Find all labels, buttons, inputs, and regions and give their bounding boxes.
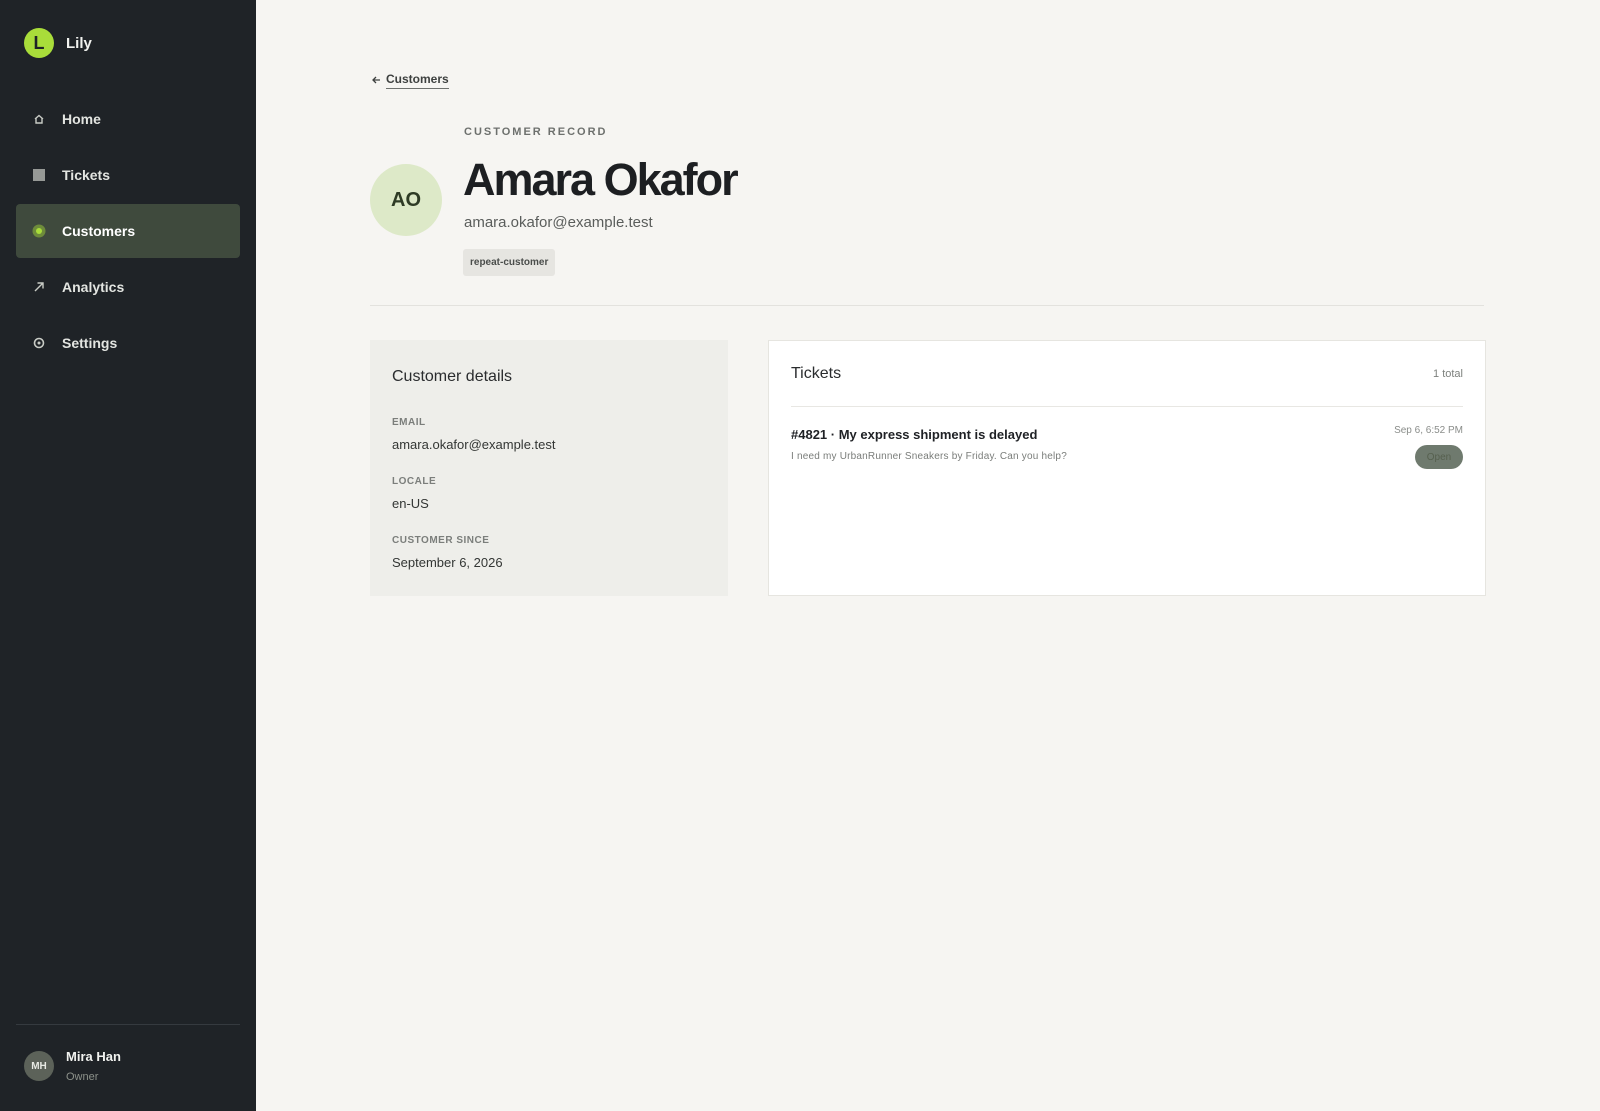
page-eyebrow: CUSTOMER RECORD bbox=[464, 126, 608, 138]
avatar: MH bbox=[24, 1051, 54, 1081]
sidebar-nav: Home Tickets Customers Analytics Setting… bbox=[16, 92, 240, 372]
gear-icon bbox=[32, 336, 46, 350]
card-title: Tickets bbox=[791, 364, 842, 382]
status-badge: Open bbox=[1415, 445, 1463, 469]
tickets-count: 1 total bbox=[1433, 367, 1463, 380]
sidebar-item-label: Tickets bbox=[62, 167, 110, 183]
sidebar-item-label: Analytics bbox=[62, 279, 125, 295]
sidebar-item-label: Home bbox=[62, 111, 101, 127]
main-content: Customers AO CUSTOMER RECORD Amara Okafo… bbox=[256, 0, 1600, 1111]
ticket-date: Sep 6, 6:52 PM bbox=[1394, 425, 1463, 436]
brand-logo: L bbox=[24, 28, 54, 58]
tickets-card: Tickets 1 total #4821 · My express shipm… bbox=[768, 340, 1486, 596]
sidebar: L Lily Home Tickets Customers Analytics … bbox=[0, 0, 256, 1111]
customer-details-card: Customer details EMAIL amara.okafor@exam… bbox=[370, 340, 728, 596]
locale-value: en-US bbox=[392, 496, 429, 511]
user-role: Owner bbox=[66, 1071, 99, 1083]
sidebar-item-tickets[interactable]: Tickets bbox=[16, 148, 240, 202]
header-divider bbox=[370, 305, 1484, 306]
user-menu[interactable]: MH Mira Han Owner bbox=[24, 1049, 121, 1083]
sidebar-divider bbox=[16, 1024, 240, 1025]
ticket-icon bbox=[32, 168, 46, 182]
customer-avatar: AO bbox=[370, 164, 442, 236]
customers-icon bbox=[32, 224, 46, 238]
sidebar-item-settings[interactable]: Settings bbox=[16, 316, 240, 370]
customer-email: amara.okafor@example.test bbox=[464, 214, 653, 231]
customer-tag: repeat-customer bbox=[463, 249, 556, 276]
sidebar-item-label: Customers bbox=[62, 223, 136, 239]
brand-name: Lily bbox=[66, 34, 92, 52]
user-name: Mira Han bbox=[66, 1049, 121, 1064]
page-title: Amara Okafor bbox=[463, 154, 739, 205]
customer-since-value: September 6, 2026 bbox=[392, 555, 503, 570]
locale-label: LOCALE bbox=[392, 476, 437, 487]
ticket-title: #4821 · My express shipment is delayed bbox=[791, 427, 1038, 442]
sidebar-item-label: Settings bbox=[62, 335, 118, 351]
breadcrumb-label: Customers bbox=[386, 72, 449, 89]
sidebar-item-customers[interactable]: Customers bbox=[16, 204, 240, 258]
ticket-row[interactable]: #4821 · My express shipment is delayed I… bbox=[791, 407, 1463, 479]
email-value: amara.okafor@example.test bbox=[392, 437, 556, 452]
ticket-snippet: I need my UrbanRunner Sneakers by Friday… bbox=[791, 451, 1067, 462]
sidebar-item-home[interactable]: Home bbox=[16, 92, 240, 146]
customer-since-label: CUSTOMER SINCE bbox=[392, 535, 490, 546]
sidebar-item-analytics[interactable]: Analytics bbox=[16, 260, 240, 314]
arrow-left-icon bbox=[371, 74, 381, 88]
card-title: Customer details bbox=[392, 368, 513, 385]
analytics-icon bbox=[32, 280, 46, 294]
email-label: EMAIL bbox=[392, 417, 426, 428]
tickets-header: Tickets 1 total bbox=[791, 341, 1463, 407]
home-icon bbox=[32, 112, 46, 126]
breadcrumb-back-link[interactable]: Customers bbox=[371, 72, 449, 89]
brand[interactable]: L Lily bbox=[24, 28, 92, 58]
